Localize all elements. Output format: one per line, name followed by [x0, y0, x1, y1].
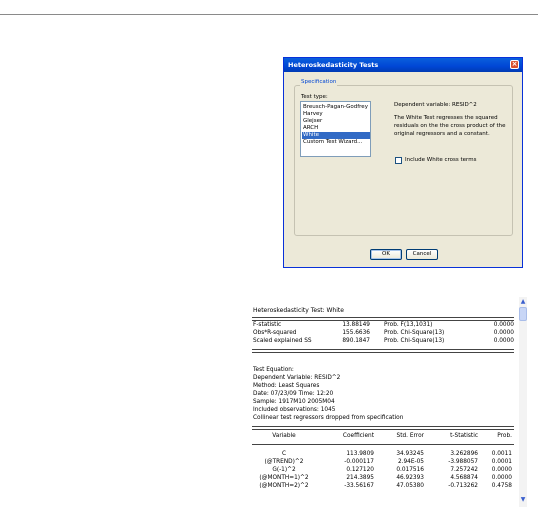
cell-variable: (@MONTH=2)^2: [259, 483, 309, 489]
stat-name: Obs*R-squared: [253, 330, 297, 336]
equation-info-line: Sample: 1917M10 2005M04: [253, 399, 335, 405]
list-item-custom-test-wizard[interactable]: Custom Test Wizard...: [302, 139, 370, 146]
cell-prob: 0.4758: [491, 483, 512, 489]
vertical-scrollbar[interactable]: ▲ ▼: [519, 297, 527, 507]
equation-info-line: Dependent Variable: RESID^2: [253, 375, 341, 381]
stat-prob-label: Prob. Chi-Square(13): [384, 338, 445, 344]
cell-t-statistic: -0.713262: [448, 483, 478, 489]
double-rule: [252, 426, 514, 430]
stat-row: Obs*R-squared 155.6636 Prob. Chi-Square(…: [252, 329, 514, 337]
equation-info-line: Test Equation:: [253, 367, 294, 373]
stat-value: 13.88149: [342, 322, 370, 328]
table-row: C 113.9809 34.93245 3.262896 0.0011: [252, 450, 514, 458]
stat-name: Scaled explained SS: [253, 338, 312, 344]
stat-prob-label: Prob. F(13,1031): [384, 322, 433, 328]
cell-variable: (@MONTH=1)^2: [259, 475, 309, 481]
stat-value: 890.1847: [342, 338, 370, 344]
equation-info-line: Collinear test regressors dropped from s…: [253, 415, 404, 421]
column-header: Coefficient: [342, 433, 374, 439]
stat-row: F-statistic 13.88149 Prob. F(13,1031) 0.…: [252, 321, 514, 329]
list-item-arch[interactable]: ARCH: [302, 125, 370, 132]
cell-std-error: 46.92393: [396, 475, 424, 481]
cell-coefficient: -33.56167: [344, 483, 374, 489]
cell-prob: 0.0001: [491, 459, 512, 465]
cell-t-statistic: 4.568874: [450, 475, 478, 481]
cell-prob: 0.0000: [491, 475, 512, 481]
white-cross-terms-label[interactable]: Include White cross terms: [405, 156, 476, 164]
cell-variable: (@TREND)^2: [264, 459, 304, 465]
dialog-titlebar[interactable]: Heteroskedasticity Tests ×: [284, 58, 522, 72]
cell-variable: G(-1)^2: [272, 467, 296, 473]
cell-t-statistic: 7.257242: [450, 467, 478, 473]
ok-button[interactable]: OK: [370, 249, 402, 260]
cell-coefficient: 113.9809: [346, 451, 374, 457]
equation-info-line: Method: Least Squares: [253, 383, 320, 389]
dialog-title: Heteroskedasticity Tests: [288, 61, 379, 69]
column-header: Std. Error: [396, 433, 424, 439]
column-header: Variable: [272, 433, 296, 439]
equation-info-line: Included observations: 1045: [253, 407, 336, 413]
cancel-button[interactable]: Cancel: [406, 249, 438, 260]
dependent-variable-text: Dependent variable: RESID^2: [394, 102, 477, 108]
top-divider: [0, 14, 538, 15]
table-row: (@MONTH=2)^2 -33.56167 47.05380 -0.71326…: [252, 482, 514, 490]
table-row: (@TREND)^2 -0.000117 2.94E-05 -3.988057 …: [252, 458, 514, 466]
cell-std-error: 0.017516: [396, 467, 424, 473]
stat-row: Scaled explained SS 890.1847 Prob. Chi-S…: [252, 337, 514, 345]
list-item-breusch-pagan-godfrey[interactable]: Breusch-Pagan-Godfrey: [302, 104, 370, 111]
cell-std-error: 47.05380: [396, 483, 424, 489]
test-type-list[interactable]: Breusch-Pagan-Godfrey Harvey Glejser ARC…: [300, 101, 371, 157]
stat-prob: 0.0000: [493, 322, 514, 328]
list-item-white[interactable]: White: [302, 132, 370, 139]
output-title: Heteroskedasticity Test: White: [253, 307, 344, 314]
output-window: Heteroskedasticity Test: White F-statist…: [252, 297, 530, 507]
cell-std-error: 34.93245: [396, 451, 424, 457]
stat-prob-label: Prob. Chi-Square(13): [384, 330, 445, 336]
scroll-thumb[interactable]: [519, 307, 527, 321]
cell-coefficient: 214.3895: [346, 475, 374, 481]
white-cross-terms-checkbox[interactable]: [395, 157, 402, 164]
stat-prob: 0.0000: [493, 338, 514, 344]
cell-t-statistic: 3.262896: [450, 451, 478, 457]
cell-prob: 0.0000: [491, 467, 512, 473]
stat-name: F-statistic: [253, 322, 282, 328]
test-description: The White Test regresses the squared res…: [394, 115, 506, 137]
specification-label: Specification: [300, 78, 338, 87]
cell-coefficient: -0.000117: [344, 459, 374, 465]
equation-info-line: Date: 07/23/09 Time: 12:20: [253, 391, 334, 397]
scroll-down-icon[interactable]: ▼: [519, 495, 527, 504]
scroll-up-icon[interactable]: ▲: [519, 297, 527, 306]
list-item-glejser[interactable]: Glejser: [302, 118, 370, 125]
heteroskedasticity-dialog: Heteroskedasticity Tests × Specification…: [283, 57, 523, 268]
stat-value: 155.6636: [342, 330, 370, 336]
stat-prob: 0.0000: [493, 330, 514, 336]
table-row: (@MONTH=1)^2 214.3895 46.92393 4.568874 …: [252, 474, 514, 482]
table-row: G(-1)^2 0.127120 0.017516 7.257242 0.000…: [252, 466, 514, 474]
cell-t-statistic: -3.988057: [448, 459, 478, 465]
table-header: Variable Coefficient Std. Error t-Statis…: [252, 432, 514, 440]
single-rule: [252, 444, 514, 445]
column-header: Prob.: [497, 433, 512, 439]
cell-variable: C: [281, 451, 287, 457]
close-icon[interactable]: ×: [510, 60, 519, 69]
cell-prob: 0.0011: [491, 451, 512, 457]
cell-coefficient: 0.127120: [346, 467, 374, 473]
double-rule: [252, 349, 514, 353]
test-type-label: Test type:: [301, 94, 328, 100]
cell-std-error: 2.94E-05: [397, 459, 424, 465]
list-item-harvey[interactable]: Harvey: [302, 111, 370, 118]
column-header: t-Statistic: [450, 433, 478, 439]
